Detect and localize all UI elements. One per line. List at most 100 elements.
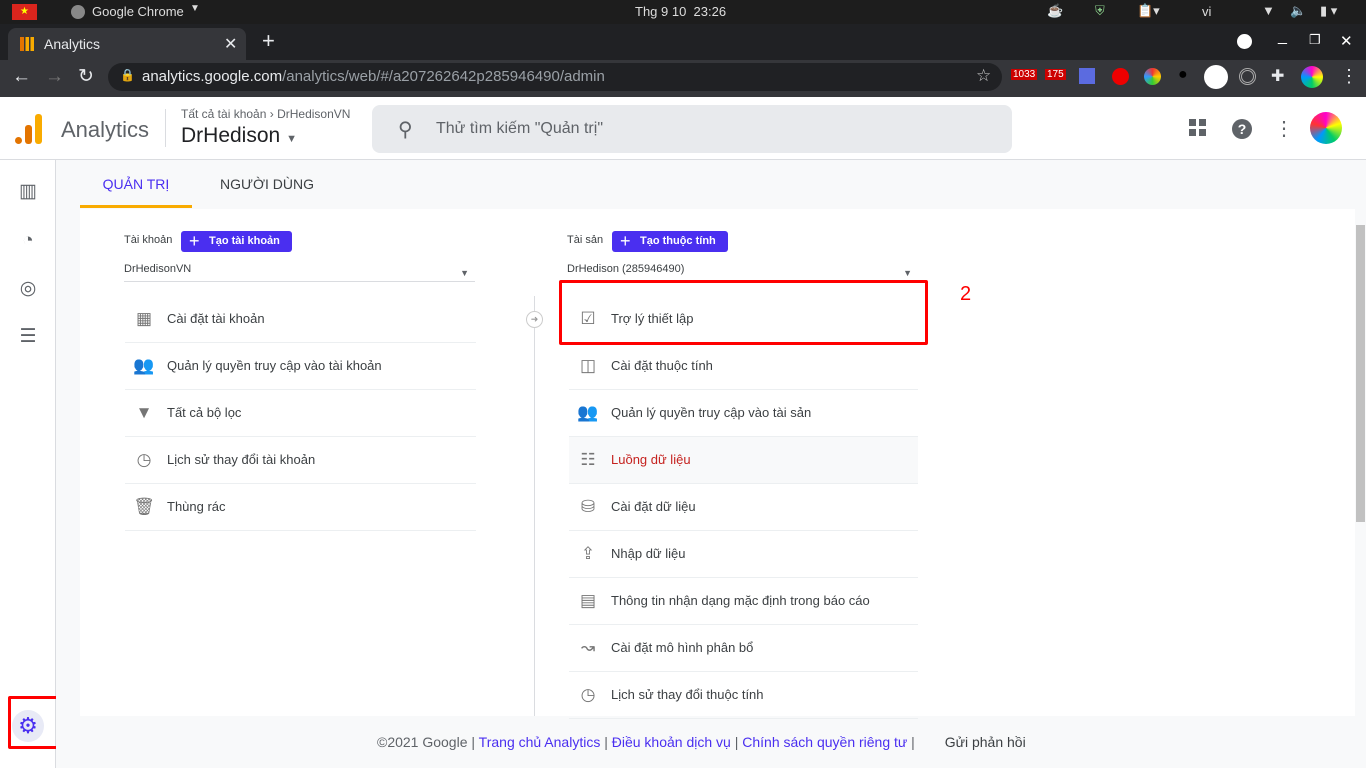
configure-icon[interactable]: ☰: [16, 325, 40, 349]
foot-extension-icon[interactable]: ●: [1178, 66, 1188, 84]
menu-item-label: Cài đặt thuộc tính: [611, 358, 713, 373]
menu-item[interactable]: ▤ Thông tin nhận dạng mặc định trong báo …: [569, 578, 918, 625]
close-tab-icon[interactable]: ✕: [224, 34, 237, 54]
chrome-menu-icon[interactable]: ⋮: [1340, 66, 1358, 87]
reports-icon[interactable]: ▥: [16, 180, 40, 204]
address-bar[interactable]: 🔒 analytics.google.com/analytics/web/#/a…: [108, 63, 1002, 91]
sync-extension-icon[interactable]: [1112, 68, 1129, 85]
color-extension-icon[interactable]: [1144, 68, 1161, 85]
target-extension-icon[interactable]: [1239, 68, 1256, 85]
menu-item[interactable]: ⇪ Nhập dữ liệu: [569, 531, 918, 578]
menu-item-label: Cài đặt mô hình phân bổ: [611, 640, 754, 655]
forward-icon[interactable]: →: [45, 66, 64, 88]
clipboard-icon[interactable]: 📋▾: [1137, 3, 1160, 19]
minimize-button[interactable]: _: [1278, 28, 1287, 46]
attribution-icon: ↝: [580, 638, 596, 657]
footer-analytics-home-link[interactable]: Trang chủ Analytics: [479, 734, 601, 750]
property-name: DrHedison: [181, 124, 281, 147]
battery-icon[interactable]: ▮ ▾: [1320, 3, 1337, 19]
translate-extension-icon[interactable]: [1079, 68, 1095, 84]
more-options-icon[interactable]: ⋮: [1274, 116, 1294, 141]
tab-admin[interactable]: QUẢN TRỊ: [80, 160, 192, 208]
language-indicator[interactable]: vi: [1202, 4, 1211, 19]
outlook-extension-icon[interactable]: 175: [1045, 69, 1066, 80]
property-label: Tài sản: [567, 234, 604, 246]
property-picker[interactable]: DrHedison ▼: [181, 124, 297, 148]
mail-extension-icon[interactable]: 1033: [1011, 69, 1038, 80]
new-tab-button[interactable]: +: [262, 28, 275, 54]
annotation-label-2: 2: [960, 283, 972, 305]
account-selector[interactable]: DrHedisonVN ▼: [124, 260, 475, 282]
white-circle-extension-icon[interactable]: [1204, 65, 1228, 89]
building-icon: ▦: [135, 309, 153, 328]
menu-item[interactable]: ⛁ Cài đặt dữ liệu: [569, 484, 918, 531]
feedback-link[interactable]: Gửi phản hồi: [945, 734, 1026, 750]
apps-grid-icon[interactable]: [1189, 119, 1207, 137]
menu-item-label: Quản lý quyền truy cập vào tài sản: [611, 405, 812, 420]
breadcrumb-all-accounts[interactable]: Tất cả tài khoản: [181, 107, 266, 121]
scrollbar[interactable]: [1356, 225, 1365, 522]
breadcrumb[interactable]: Tất cả tài khoản › DrHedisonVN: [181, 107, 350, 121]
coffee-icon[interactable]: ☕: [1047, 3, 1063, 19]
tab-search-icon[interactable]: [1237, 34, 1252, 49]
url-domain: analytics.google.com: [142, 68, 283, 85]
caret-down-icon: ▼: [460, 268, 469, 278]
url: analytics.google.com/analytics/web/#/a20…: [142, 68, 605, 85]
menu-item[interactable]: ◷ Lịch sử thay đổi thuộc tính: [569, 672, 918, 719]
menu-item[interactable]: ☷ Luồng dữ liệu: [569, 437, 918, 484]
back-icon[interactable]: ←: [12, 66, 31, 88]
os-app-name[interactable]: Google Chrome: [92, 4, 184, 19]
footer-privacy-link[interactable]: Chính sách quyền riêng tư: [742, 734, 907, 750]
menu-item[interactable]: ◫ Cài đặt thuộc tính: [569, 343, 918, 390]
column-separator: [534, 296, 535, 716]
extensions-puzzle-icon[interactable]: ✚: [1271, 66, 1284, 86]
close-window-button[interactable]: ✕: [1340, 32, 1353, 50]
menu-item-label: Cài đặt dữ liệu: [611, 499, 696, 514]
reload-icon[interactable]: ↻: [78, 65, 94, 88]
menu-item[interactable]: ▦ Cài đặt tài khoản: [125, 296, 476, 343]
identity-icon: ▤: [579, 591, 597, 610]
footer-sep: |: [911, 734, 915, 750]
plus-icon: +: [189, 231, 200, 251]
flag-icon: ★: [12, 4, 37, 20]
menu-item[interactable]: 👥 Quản lý quyền truy cập vào tài sản: [569, 390, 918, 437]
search-box[interactable]: ⚲ Thử tìm kiếm "Quản trị": [372, 105, 1012, 153]
database-icon: ⛁: [580, 497, 596, 516]
create-property-button[interactable]: + Tạo thuộc tính: [612, 231, 728, 252]
analytics-favicon: [20, 37, 34, 51]
menu-item-label: Thùng rác: [167, 499, 226, 514]
analytics-logo-icon: [15, 114, 42, 144]
volume-icon[interactable]: 🔈: [1290, 3, 1306, 19]
menu-item[interactable]: ◷ Lịch sử thay đổi tài khoản: [125, 437, 476, 484]
os-datetime[interactable]: Thg 9 10 23:26: [635, 4, 726, 19]
account-avatar[interactable]: [1310, 112, 1342, 144]
menu-item[interactable]: 🗑 Thùng rác: [125, 484, 476, 531]
property-selector[interactable]: DrHedison (285946490) ▼: [567, 260, 918, 282]
tab-users[interactable]: NGƯỜI DÙNG: [206, 160, 328, 208]
browser-tab-analytics[interactable]: Analytics ✕: [8, 28, 246, 60]
menu-item[interactable]: ▼ Tất cả bộ lọc: [125, 390, 476, 437]
breadcrumb-account[interactable]: DrHedisonVN: [277, 107, 350, 121]
menu-item[interactable]: ↝ Cài đặt mô hình phân bổ: [569, 625, 918, 672]
profile-avatar[interactable]: [1301, 66, 1323, 88]
streams-icon: ☷: [580, 450, 596, 469]
bookmark-star-icon[interactable]: ☆: [976, 66, 991, 86]
search-input[interactable]: Thử tìm kiếm "Quản trị": [436, 120, 603, 138]
people-icon: 👥: [577, 403, 599, 422]
property-menu: ☑ Trợ lý thiết lập ◫ Cài đặt thuộc tính 👥 Quả…: [569, 296, 918, 719]
caret-down-icon: ▼: [286, 133, 297, 145]
advertising-icon[interactable]: ◎: [16, 277, 40, 301]
help-icon[interactable]: ?: [1232, 119, 1252, 139]
explore-icon[interactable]: ◔: [16, 229, 40, 253]
menu-item-label: Cài đặt tài khoản: [167, 311, 265, 326]
menu-item[interactable]: 👥 Quản lý quyền truy cập vào tài khoản: [125, 343, 476, 390]
footer-terms-link[interactable]: Điều khoản dịch vụ: [612, 734, 731, 750]
search-icon: ⚲: [398, 119, 413, 141]
create-property-label: Tạo thuộc tính: [640, 235, 716, 247]
shield-icon[interactable]: ⛨: [1095, 3, 1105, 19]
wifi-icon[interactable]: ▼: [1262, 3, 1275, 18]
restore-button[interactable]: ❐: [1309, 32, 1321, 48]
menu-item-label: Tất cả bộ lọc: [167, 405, 242, 420]
footer-copyright: ©2021 Google: [377, 734, 468, 750]
create-account-button[interactable]: + Tạo tài khoản: [181, 231, 292, 252]
